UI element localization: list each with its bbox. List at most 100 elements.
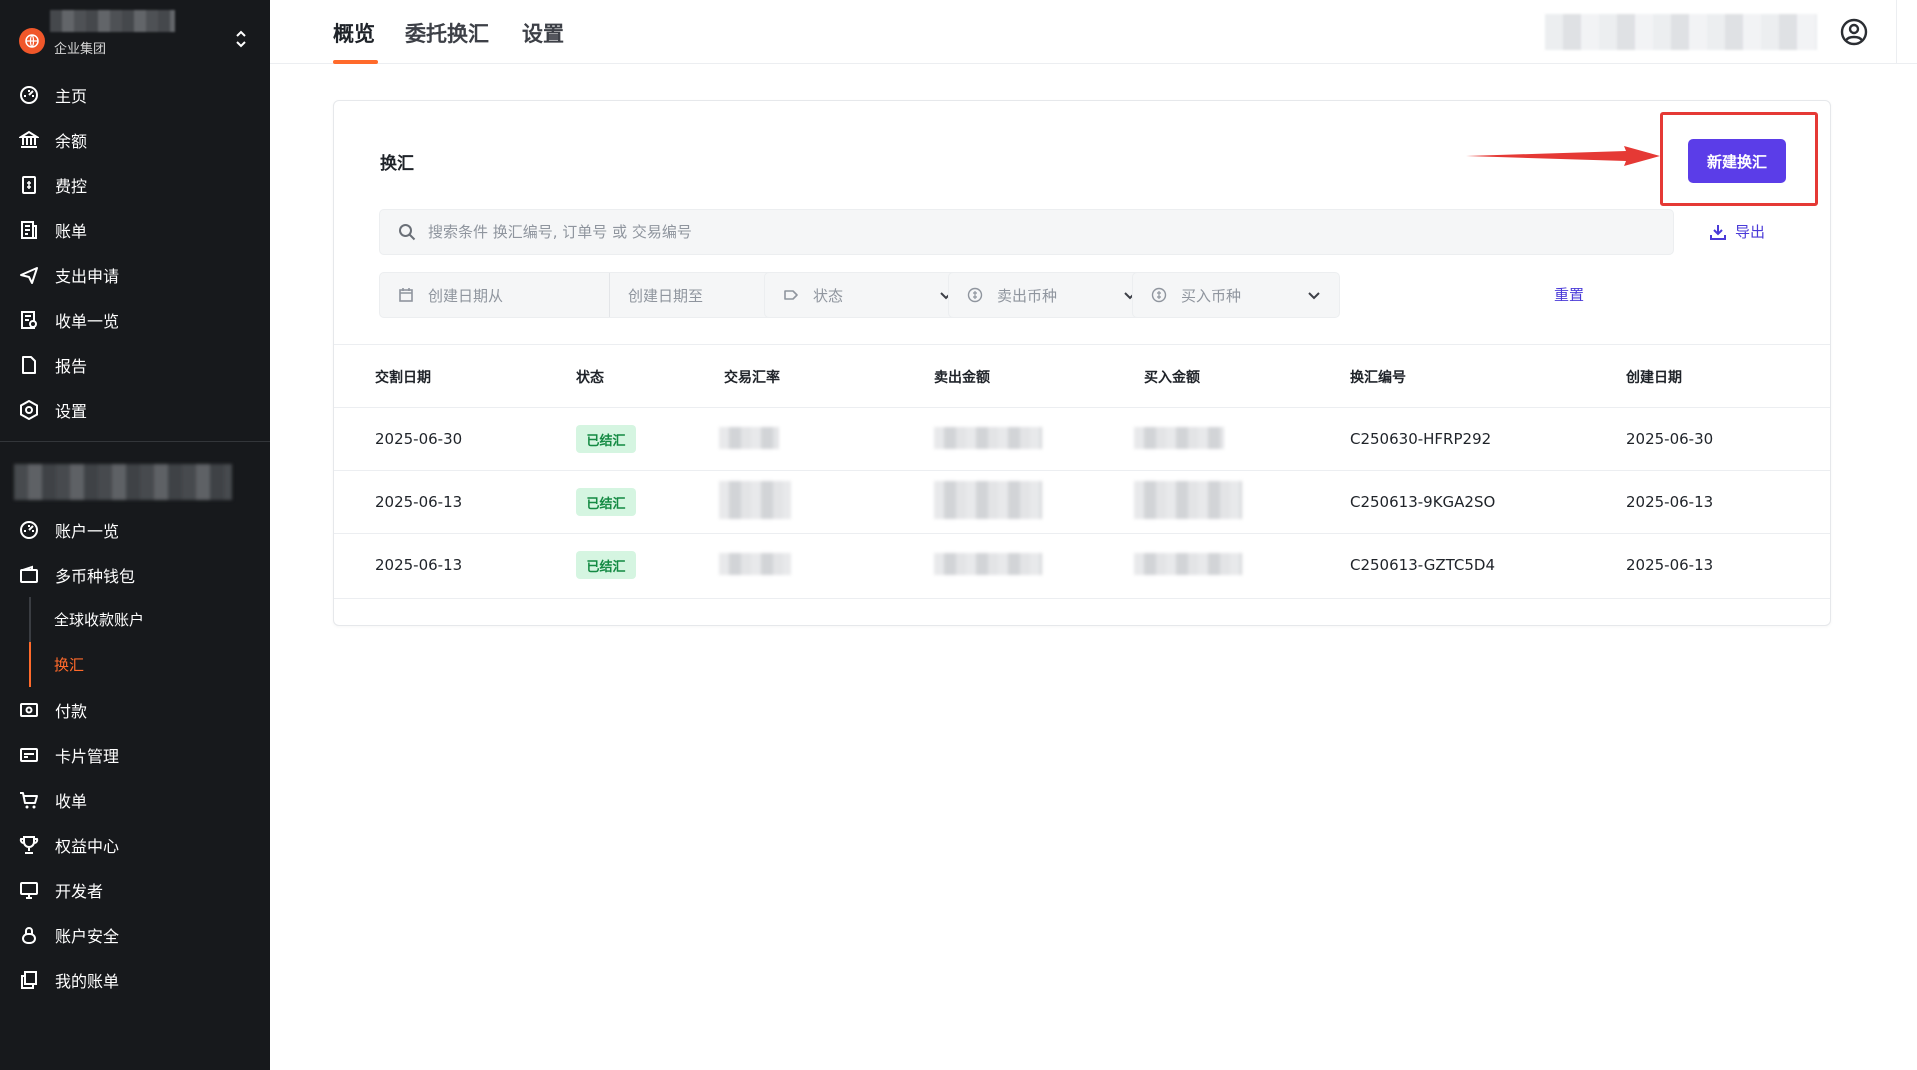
bank-icon (18, 129, 40, 151)
sidebar-item-label: 收单一览 (55, 311, 120, 331)
lock-icon (18, 924, 40, 946)
tab-entrusted-fx[interactable]: 委托换汇 (405, 18, 489, 48)
sell-amount-redacted (934, 481, 1042, 519)
table-top-border (334, 344, 1830, 345)
currency-icon (1151, 287, 1167, 303)
cart-icon (18, 789, 40, 811)
sell-amount-redacted (934, 553, 1042, 575)
sidebar-item-label: 报告 (55, 356, 88, 376)
column-header-status: 状态 (576, 370, 604, 386)
created-date-cell: 2025-06-30 (1626, 430, 1714, 448)
date-to-field[interactable]: 创建日期至 (610, 273, 703, 317)
card-title: 换汇 (380, 154, 414, 174)
date-from-placeholder: 创建日期从 (428, 286, 504, 305)
table-row[interactable]: 2025-06-13 已结汇 C250613-9KGA2SO 2025-06-1… (334, 470, 1830, 533)
new-fx-button[interactable]: 新建换汇 (1688, 139, 1786, 183)
sidebar-item-expense[interactable]: 费控 (0, 162, 270, 207)
table-bottom-border (334, 598, 1830, 599)
export-label: 导出 (1735, 223, 1766, 241)
org-switcher[interactable]: 企业集团 (16, 8, 254, 68)
expense-icon (18, 174, 40, 196)
fx-rate-redacted (719, 481, 791, 519)
sidebar-item-developer[interactable]: 开发者 (0, 867, 270, 912)
fx-rate-redacted (719, 553, 791, 575)
sidebar-item-label: 我的账单 (55, 971, 120, 991)
table-row[interactable]: 2025-06-30 已结汇 C250630-HFRP292 2025-06-3… (334, 407, 1830, 470)
column-header-sell-amount: 卖出金额 (934, 370, 990, 386)
copy-icon (18, 969, 40, 991)
fx-id-cell: C250630-HFRP292 (1350, 430, 1492, 448)
sidebar-item-payment[interactable]: 付款 (0, 687, 270, 732)
sidebar-item-global-receiving-account[interactable]: 全球收款账户 (0, 597, 270, 642)
buy-currency-select[interactable]: 买入币种 (1132, 272, 1340, 318)
active-tab-indicator (333, 60, 378, 64)
sidebar-item-my-bills[interactable]: 我的账单 (0, 957, 270, 1002)
sidebar-item-label: 付款 (55, 701, 88, 721)
card-icon (18, 744, 40, 766)
account-name-redacted (14, 464, 232, 500)
sidebar-item-multi-currency-wallet[interactable]: 多币种钱包 (0, 552, 270, 597)
created-date-cell: 2025-06-13 (1626, 493, 1714, 511)
sidebar-item-account-overview[interactable]: 账户一览 (0, 507, 270, 552)
currency-icon (967, 287, 983, 303)
sidebar-main-nav: 主页 余额 费控 账单 支出申请 收单一览 报告 设置 (0, 72, 270, 432)
sidebar-item-label: 卡片管理 (55, 746, 120, 766)
receipt-list-icon (18, 309, 40, 331)
document-icon (18, 354, 40, 376)
user-avatar-icon[interactable] (1840, 18, 1868, 46)
fx-id-cell: C250613-GZTC5D4 (1350, 556, 1495, 574)
sidebar-item-label: 权益中心 (55, 836, 120, 856)
delivery-date-cell: 2025-06-13 (375, 556, 463, 574)
sell-amount-redacted (934, 427, 1042, 449)
export-button[interactable]: 导出 (1709, 221, 1765, 242)
buy-currency-label: 买入币种 (1181, 286, 1242, 305)
sidebar-item-account-security[interactable]: 账户安全 (0, 912, 270, 957)
column-header-fx-rate: 交易汇率 (724, 370, 780, 386)
chevron-down-icon (1308, 292, 1320, 300)
sidebar-item-acquiring[interactable]: 收单 (0, 777, 270, 822)
sidebar-item-settings[interactable]: 设置 (0, 387, 270, 432)
sell-currency-select[interactable]: 卖出币种 (948, 272, 1156, 318)
delivery-date-cell: 2025-06-30 (375, 430, 463, 448)
sidebar-item-card-management[interactable]: 卡片管理 (0, 732, 270, 777)
sidebar-item-spend-request[interactable]: 支出申请 (0, 252, 270, 297)
dashboard-icon (18, 519, 40, 541)
sidebar-item-label: 账户安全 (55, 926, 120, 946)
sidebar-item-label: 开发者 (55, 881, 104, 901)
column-header-delivery-date: 交割日期 (375, 370, 431, 386)
sidebar-item-report[interactable]: 报告 (0, 342, 270, 387)
sidebar-item-home[interactable]: 主页 (0, 72, 270, 117)
date-to-placeholder: 创建日期至 (628, 286, 704, 305)
column-header-buy-amount: 买入金额 (1144, 370, 1200, 386)
download-icon (1710, 224, 1726, 240)
search-input[interactable] (428, 223, 1628, 241)
tag-icon (784, 290, 798, 300)
tab-overview[interactable]: 概览 (333, 18, 375, 48)
status-select[interactable]: 状态 (764, 272, 972, 318)
dashboard-icon (18, 84, 40, 106)
column-header-created-date: 创建日期 (1626, 370, 1682, 386)
page-edge-line (1896, 0, 1897, 64)
chevron-updown-icon (232, 28, 250, 50)
sidebar-item-label: 余额 (55, 131, 88, 151)
sidebar-item-receipt-list[interactable]: 收单一览 (0, 297, 270, 342)
sell-currency-label: 卖出币种 (997, 286, 1058, 305)
sidebar-item-fx-exchange[interactable]: 换汇 (0, 642, 270, 687)
payment-icon (18, 699, 40, 721)
table-row[interactable]: 2025-06-13 已结汇 C250613-GZTC5D4 2025-06-1… (334, 533, 1830, 596)
search-bar (379, 209, 1674, 255)
sidebar-item-label: 多币种钱包 (55, 566, 136, 586)
fx-id-cell: C250613-9KGA2SO (1350, 493, 1496, 511)
trophy-icon (18, 834, 40, 856)
sidebar-item-label: 换汇 (54, 656, 85, 674)
sidebar-item-balance[interactable]: 余额 (0, 117, 270, 162)
status-select-label: 状态 (813, 286, 844, 305)
sidebar-item-label: 收单 (55, 791, 88, 811)
sidebar-item-benefits-center[interactable]: 权益中心 (0, 822, 270, 867)
annotation-arrow (1466, 146, 1660, 166)
tab-settings[interactable]: 设置 (522, 18, 564, 48)
delivery-date-cell: 2025-06-13 (375, 493, 463, 511)
reset-filters-link[interactable]: 重置 (1554, 284, 1584, 305)
sidebar-item-bill[interactable]: 账单 (0, 207, 270, 252)
date-from-field[interactable]: 创建日期从 (380, 273, 610, 317)
